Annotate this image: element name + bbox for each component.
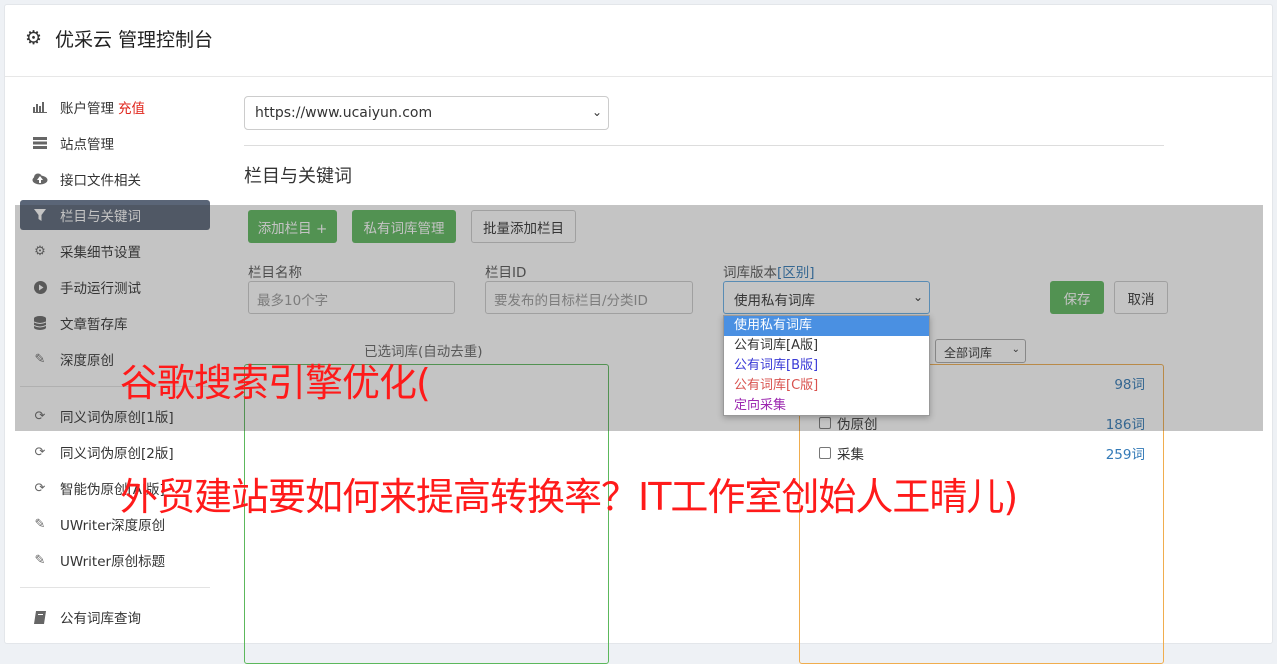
- checkbox[interactable]: [819, 447, 831, 459]
- sidebar-item-label: 公有词库查询: [60, 611, 141, 627]
- gear-icon: ⚙: [25, 27, 43, 49]
- sidebar-item-label: UWriter原创标题: [60, 554, 166, 570]
- dropdown-option-b[interactable]: 公有词库[B版]: [724, 356, 929, 376]
- edit-icon: ✎: [34, 351, 46, 367]
- batch-add-button[interactable]: 批量添加栏目: [471, 210, 576, 243]
- refresh-icon: ⟳: [34, 408, 46, 424]
- column-name-input[interactable]: 最多10个字: [248, 281, 455, 314]
- refresh-icon: ⟳: [34, 444, 46, 460]
- add-column-button[interactable]: 添加栏目 +: [248, 210, 337, 243]
- lib-filter-select[interactable]: 全部词库 ⌄: [935, 339, 1026, 363]
- divider: [244, 145, 1164, 146]
- bar-chart-icon: [32, 99, 48, 115]
- filter-icon: [32, 207, 48, 223]
- site-select[interactable]: https://www.ucaiyun.com ⌄: [244, 96, 609, 130]
- cancel-button[interactable]: 取消: [1114, 281, 1168, 314]
- lib-row[interactable]: 采集 259词: [819, 443, 1145, 463]
- column-name-label: 栏目名称: [248, 265, 302, 281]
- lib-row-count: 186词: [1105, 417, 1145, 433]
- sidebar-item-account[interactable]: 账户管理 充值: [20, 92, 210, 122]
- sidebar-item-synonym-v2[interactable]: ⟳ 同义词伪原创[2版]: [20, 437, 210, 467]
- lib-version-select[interactable]: 使用私有词库 ⌄: [723, 281, 930, 314]
- sidebar-item-label: 接口文件相关: [60, 173, 141, 189]
- column-id-input[interactable]: 要发布的目标栏目/分类ID: [485, 281, 693, 314]
- sidebar-item-columns[interactable]: 栏目与关键词: [20, 200, 210, 230]
- play-circle-icon: [32, 279, 48, 295]
- sidebar-item-label: 同义词伪原创[1版]: [60, 410, 174, 426]
- lib-version-dropdown: 使用私有词库 公有词库[A版] 公有词库[B版] 公有词库[C版] 定向采集: [723, 315, 930, 416]
- sidebar-item-label: 深度原创: [60, 353, 114, 369]
- lib-version-label-text: 词库版本: [723, 265, 777, 281]
- watermark-line-2: 外贸建站要如何来提高转换率？IT工作室创始人王晴儿): [120, 475, 1018, 519]
- lib-version-label: 词库版本[区别]: [723, 261, 815, 281]
- database-icon: [32, 315, 48, 331]
- sidebar-item-collect-settings[interactable]: ⚙ 采集细节设置: [20, 236, 210, 266]
- lib-row-label: 采集: [837, 447, 864, 463]
- cloud-upload-icon: [32, 171, 48, 187]
- sidebar-item-article-store[interactable]: 文章暂存库: [20, 308, 210, 338]
- page-title: 优采云 管理控制台: [55, 29, 214, 51]
- dropdown-option-a[interactable]: 公有词库[A版]: [724, 336, 929, 356]
- lib-version-value: 使用私有词库: [734, 293, 815, 309]
- sidebar-item-label: 站点管理: [60, 137, 114, 153]
- edit-icon: ✎: [34, 552, 46, 568]
- lib-row-label: 伪原创: [837, 417, 878, 433]
- chevron-down-icon: ⌄: [912, 290, 923, 304]
- refresh-icon: ⟳: [34, 480, 46, 496]
- header: ⚙ 优采云 管理控制台: [5, 5, 1272, 77]
- sidebar-item-public-lib[interactable]: 公有词库查询: [20, 602, 210, 632]
- watermark-line-1: 谷歌搜索引擎优化(: [120, 361, 431, 405]
- site-select-value: https://www.ucaiyun.com: [255, 105, 433, 121]
- dropdown-option-private[interactable]: 使用私有词库: [724, 316, 929, 336]
- column-id-label: 栏目ID: [485, 265, 527, 281]
- sidebar-item-label: 手动运行测试: [60, 281, 141, 297]
- book-icon: [32, 609, 48, 625]
- sidebar-item-manual-run[interactable]: 手动运行测试: [20, 272, 210, 302]
- save-button[interactable]: 保存: [1050, 281, 1104, 314]
- lib-filter-value: 全部词库: [944, 346, 993, 360]
- lib-diff-link[interactable]: [区别]: [777, 265, 815, 281]
- lib-row-count: 259词: [1105, 447, 1145, 463]
- dropdown-option-c[interactable]: 公有词库[C版]: [724, 376, 929, 396]
- private-lib-button[interactable]: 私有词库管理: [352, 210, 456, 243]
- sidebar-divider: [20, 587, 210, 588]
- chevron-down-icon: ⌄: [591, 105, 602, 119]
- section-title: 栏目与关键词: [244, 166, 352, 187]
- sidebar-item-uwriter-title[interactable]: ✎ UWriter原创标题: [20, 545, 210, 575]
- dropdown-option-directed[interactable]: 定向采集: [724, 396, 929, 416]
- sidebar-item-label: 采集细节设置: [60, 245, 141, 261]
- lib-row-count: 98词: [1114, 377, 1145, 393]
- edit-icon: ✎: [34, 516, 46, 532]
- recharge-link[interactable]: 充值: [118, 97, 145, 117]
- cogs-icon: ⚙: [34, 243, 46, 259]
- sidebar-item-label: 账户管理: [60, 101, 114, 117]
- chevron-down-icon: ⌄: [1011, 344, 1020, 355]
- sidebar-item-label: 文章暂存库: [60, 317, 128, 333]
- lib-row[interactable]: 伪原创 186词: [819, 413, 1145, 433]
- sidebar-item-interface[interactable]: 接口文件相关: [20, 164, 210, 194]
- sidebar-item-label: 栏目与关键词: [60, 209, 141, 225]
- sidebar-item-label: 同义词伪原创[2版]: [60, 446, 174, 462]
- server-icon: [32, 135, 48, 151]
- checkbox[interactable]: [819, 417, 831, 429]
- sidebar-item-sites[interactable]: 站点管理: [20, 128, 210, 158]
